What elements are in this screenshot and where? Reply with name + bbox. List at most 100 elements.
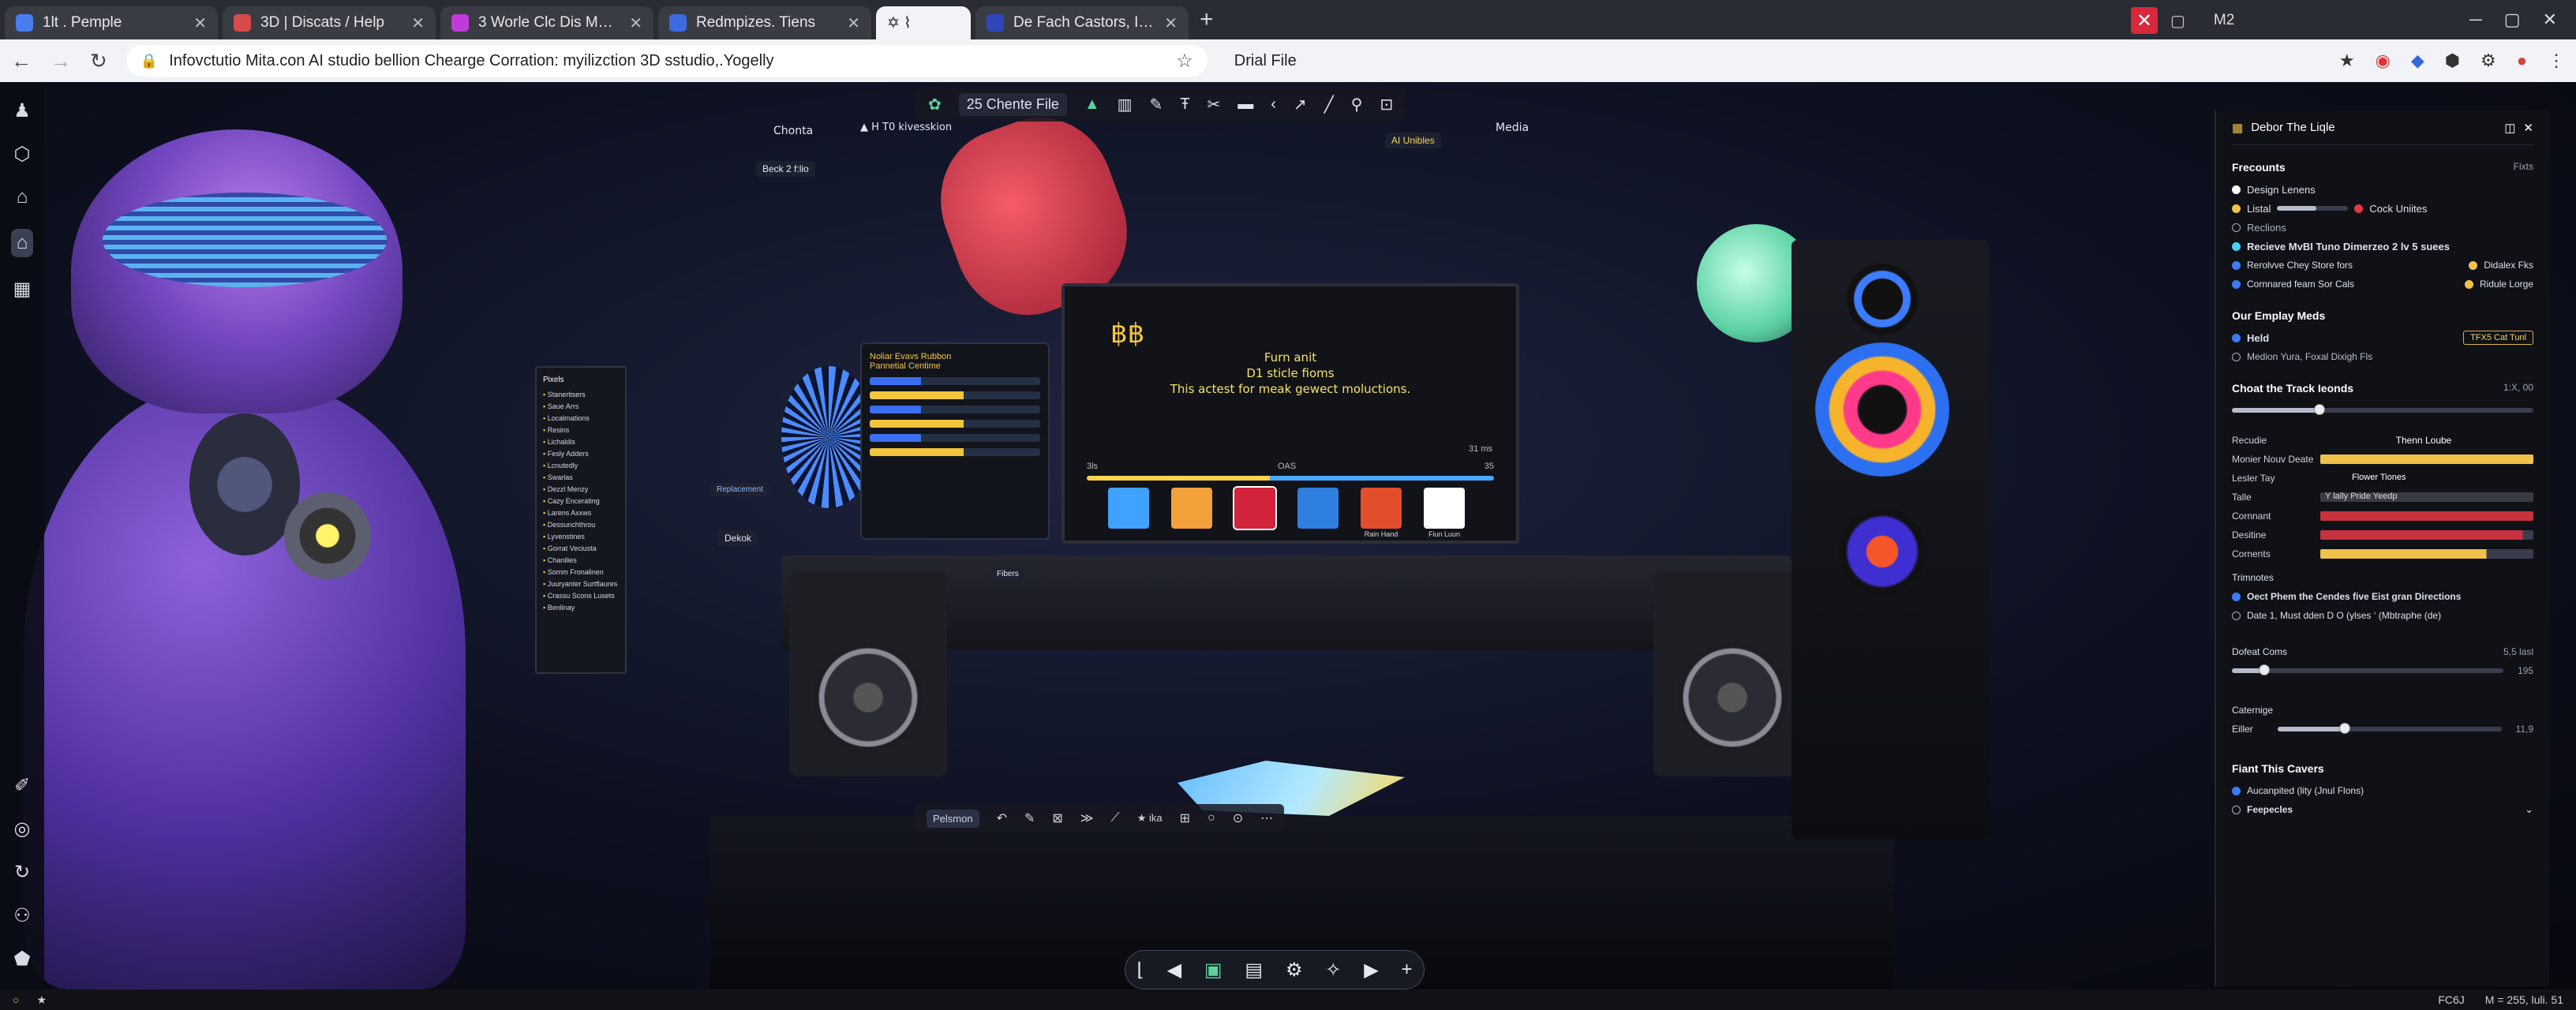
browser-tab[interactable]: 1lt . Pemple ✕ — [5, 6, 218, 39]
prop-bar[interactable] — [2320, 549, 2533, 559]
plus-icon[interactable]: + — [1402, 959, 1413, 981]
dofeat-slider[interactable] — [2232, 664, 2503, 675]
track-slider[interactable] — [2232, 404, 2533, 415]
dots-icon[interactable]: ⋯ — [1260, 810, 1273, 826]
option-row[interactable]: Date 1, Must dden D O (ylses ‘ (Mbtraphe… — [2232, 606, 2533, 625]
browser-tab[interactable]: 3 Worle Clc Dis Meem ✕ — [440, 6, 653, 39]
home-selected-icon[interactable]: ⌂ — [10, 229, 34, 257]
outline-item[interactable]: Chanilies — [543, 555, 619, 567]
slider-row[interactable]: Eiller 11,9 — [2232, 720, 2533, 739]
arrow-icon[interactable]: ↗ — [1294, 95, 1307, 114]
address-bar[interactable]: 🔒 Infovctutio Mita.con AI studio bellion… — [125, 45, 1208, 77]
box-icon[interactable]: ▤ — [1245, 959, 1263, 982]
line-icon[interactable]: ⟋ — [1111, 811, 1120, 825]
reload-icon[interactable]: ↻ — [90, 49, 107, 73]
main-monitor[interactable]: ฿฿ Furn anit D1 sticle fioms This actest… — [1061, 283, 1519, 544]
thumbnail[interactable]: Fiun Luun — [1424, 488, 1465, 538]
label-beck[interactable]: Beck 2 f:lio — [756, 161, 815, 177]
undo-icon[interactable]: ↶ — [997, 810, 1007, 826]
outline-item[interactable]: Saue Arrs — [543, 401, 619, 413]
mode-pill[interactable]: Pelsmon — [927, 809, 979, 828]
thumbnail[interactable] — [1171, 488, 1212, 529]
profile-icon[interactable]: ● — [2517, 50, 2527, 71]
status-star-icon[interactable]: ★ — [36, 993, 47, 1007]
frame-icon[interactable]: ⌊ — [1136, 959, 1144, 982]
menu-icon[interactable]: ⋮ — [2548, 50, 2565, 71]
globe-icon[interactable]: ◎ — [14, 817, 31, 840]
puzzle-icon[interactable]: ◆ — [2411, 50, 2424, 71]
back-arrow-icon[interactable]: ‹ — [1271, 95, 1276, 114]
outline-item[interactable]: Fesly Adders — [543, 448, 619, 460]
close-tab-icon[interactable]: ✕ — [193, 13, 207, 33]
thumbnail[interactable]: Rain Hand — [1361, 488, 1402, 538]
brush-icon[interactable]: ╱ — [1324, 95, 1334, 114]
timeline-bar[interactable] — [1087, 476, 1494, 481]
label-fibers[interactable]: Fibers — [990, 567, 1025, 581]
browser-tab[interactable]: Redmpizes. Tiens ✕ — [658, 6, 871, 39]
bookmark-star-icon[interactable]: ☆ — [1176, 50, 1193, 73]
option-row[interactable]: Rerolvve Chey Store fors Didalex Fks — [2232, 256, 2533, 275]
forward-icon[interactable]: → — [51, 49, 71, 73]
browser-tab[interactable]: De Fach Castors, Ine Shat ✕ — [975, 6, 1189, 39]
scissors-icon[interactable]: ✂ — [1208, 95, 1221, 114]
scene-outline-panel[interactable]: Pixels Stanertisers Saue Arrs Localmatio… — [535, 366, 627, 674]
image-icon[interactable]: ▣ — [1204, 959, 1222, 982]
outline-item[interactable]: Crassu Scons Lusets — [543, 590, 619, 602]
studio-viewport[interactable]: Pixels Stanertisers Saue Arrs Localmatio… — [0, 82, 2576, 989]
users-icon[interactable]: ⚇ — [13, 904, 31, 927]
slider-knob[interactable] — [2259, 664, 2271, 675]
chart-icon[interactable]: ▥ — [1118, 95, 1133, 114]
option-row[interactable]: Aucanpited (lity (Jnul Flons) — [2232, 781, 2533, 800]
dock-icon[interactable]: ◫ — [2504, 121, 2515, 135]
chevron-down-icon[interactable]: ⌄ — [2525, 803, 2533, 816]
close-window-icon[interactable]: ✕ — [2543, 9, 2557, 30]
sparkle-icon[interactable]: ✧ — [1325, 959, 1341, 982]
minimize-icon[interactable]: ─ — [2469, 9, 2482, 30]
gear-icon[interactable]: ⚙ — [1286, 959, 1303, 982]
employ-badge[interactable]: TFX5 Cat Tunl — [2463, 331, 2533, 345]
outline-item[interactable]: Resins — [543, 425, 619, 436]
prop-row[interactable]: Lesler Tay Flower Tiones — [2232, 469, 2533, 488]
slider-knob[interactable] — [2313, 404, 2325, 415]
close-tab-icon[interactable]: ✕ — [847, 13, 860, 33]
shield-icon[interactable]: ⬟ — [14, 948, 31, 971]
folder-icon[interactable]: ▬ — [1237, 95, 1253, 114]
refresh-icon[interactable]: ↻ — [14, 861, 30, 884]
file-name[interactable]: 25 Chente File — [958, 92, 1067, 116]
listal-slider[interactable] — [2277, 206, 2349, 211]
option-row[interactable]: Cornnared feam Sor Cals Ridule Lorge — [2232, 275, 2533, 294]
outline-item[interactable]: Lyvenstines — [543, 531, 619, 543]
outline-item[interactable]: Stanertisers — [543, 389, 619, 401]
outline-item[interactable]: Dezzl Menzy — [543, 484, 619, 496]
outline-item[interactable]: Cazy Encerating — [543, 496, 619, 507]
target-icon[interactable]: ⊙ — [1233, 810, 1243, 826]
outline-item[interactable]: Localmations — [543, 413, 619, 425]
chrome-icon[interactable]: ◉ — [2376, 50, 2391, 71]
outline-item[interactable]: Lcnutedly — [543, 460, 619, 472]
outline-item[interactable]: Gorrat Veciusta — [543, 543, 619, 555]
pen-icon[interactable]: ✎ — [1150, 95, 1163, 114]
play-icon[interactable]: ▶ — [1364, 959, 1378, 982]
browser-tab-active[interactable]: ✡ ⌇ — [876, 6, 971, 39]
prop-row[interactable]: Cornnant — [2232, 507, 2533, 526]
slider-row[interactable] — [2232, 401, 2533, 420]
prop-bar[interactable] — [2320, 530, 2533, 540]
circle-icon[interactable]: ○ — [1208, 811, 1215, 825]
grid-icon[interactable]: ⊞ — [1180, 810, 1190, 826]
person-icon[interactable]: ♟ — [13, 99, 31, 122]
option-row[interactable]: Design Lenens — [2232, 180, 2533, 199]
star-icon[interactable]: ★ — [2339, 50, 2355, 71]
close-icon[interactable]: ✕ — [2523, 121, 2533, 135]
outline-item[interactable]: Juuryanter Surtflaures — [543, 578, 619, 590]
cursor-icon[interactable]: ▲ — [1084, 95, 1100, 114]
outline-item[interactable]: Lichaldis — [543, 436, 619, 448]
thumbnail[interactable] — [1233, 486, 1277, 530]
layers-icon[interactable]: ▦ — [13, 278, 32, 301]
option-row[interactable]: Held TFX5 Cat Tunl — [2232, 328, 2533, 347]
crop-icon[interactable]: ⊠ — [1052, 810, 1062, 826]
shield-icon[interactable]: ⬢ — [2445, 50, 2460, 71]
close-red-icon[interactable]: ✕ — [2131, 7, 2158, 34]
maximize-icon[interactable]: ▢ — [2504, 9, 2521, 30]
close-tab-icon[interactable]: ✕ — [629, 13, 642, 33]
rewind-icon[interactable]: ◀ — [1167, 959, 1181, 982]
